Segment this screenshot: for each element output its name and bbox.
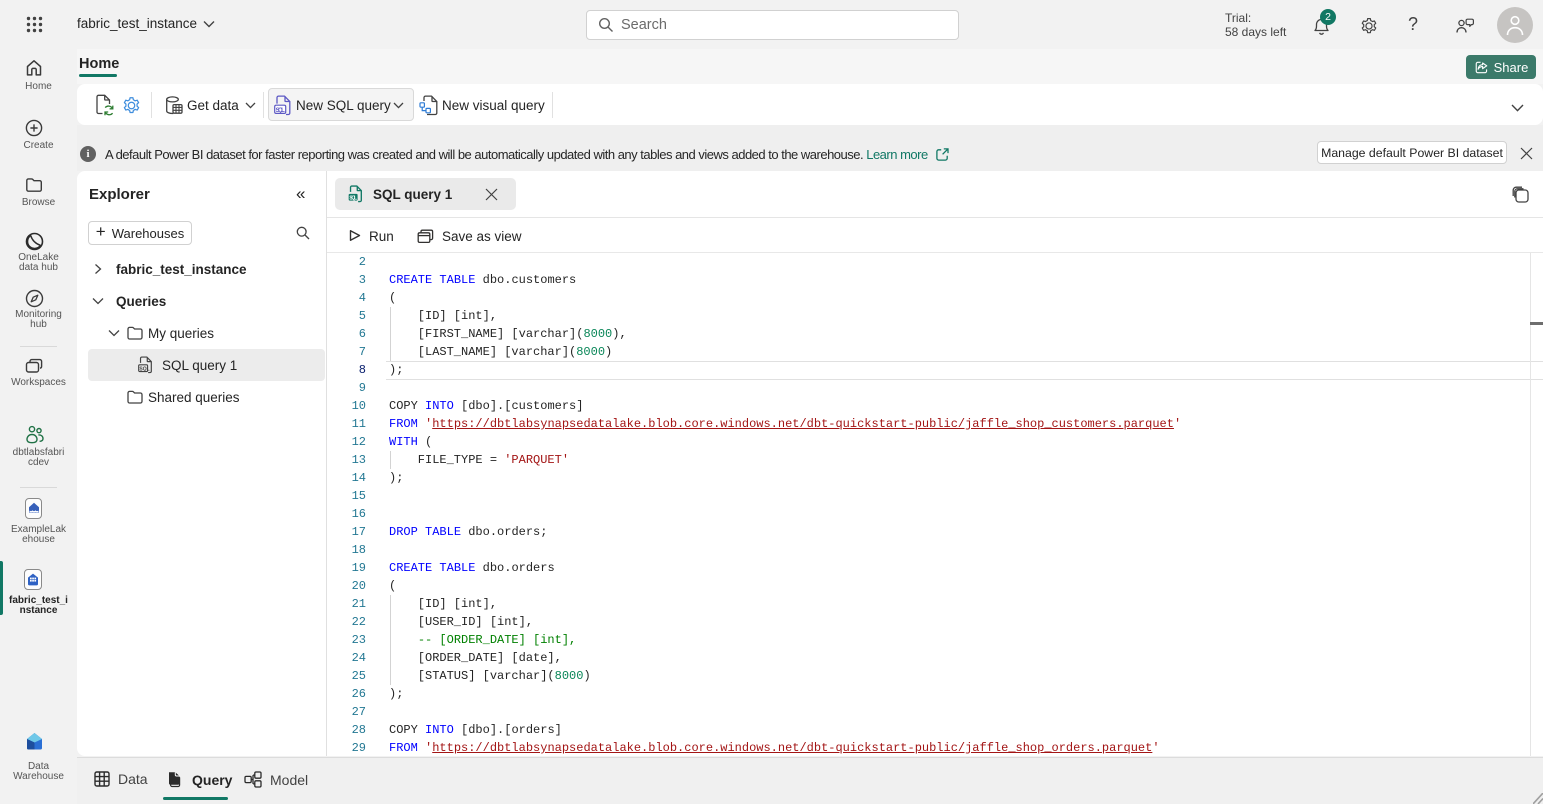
svg-text:SQL: SQL [349, 195, 357, 201]
svg-text:SQL: SQL [276, 108, 286, 114]
svg-text:SQL: SQL [139, 366, 149, 372]
